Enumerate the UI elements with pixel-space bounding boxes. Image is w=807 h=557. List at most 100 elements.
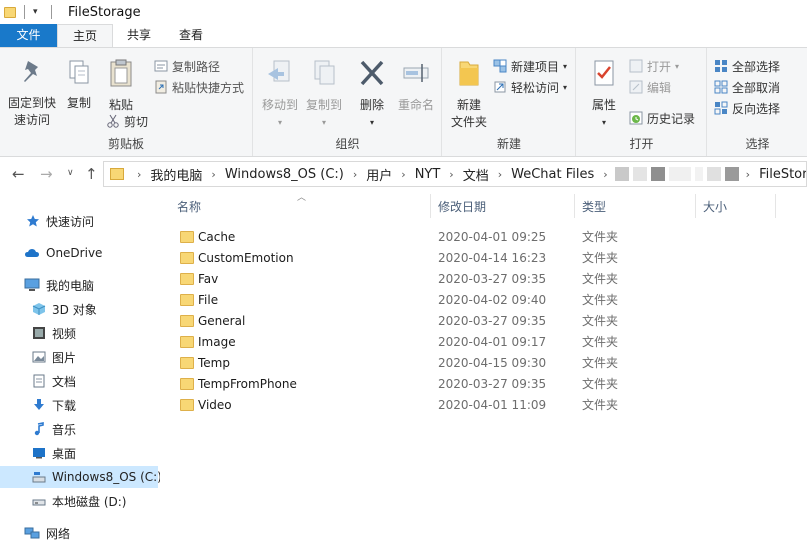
nav-item-c-drive[interactable]: Windows8_OS (C:) (0, 466, 162, 488)
folder-icon (180, 356, 194, 369)
chevron-right-icon[interactable]: › (132, 168, 146, 181)
disk-icon (32, 499, 46, 506)
history-button[interactable]: 历史记录 (629, 108, 695, 128)
nav-item-label: 本地磁盘 (D:) (52, 494, 127, 509)
pin-quick-access-button[interactable]: 固定到快 速访问 (4, 54, 60, 129)
breadcrumb-c-drive[interactable]: Windows8_OS (C:) (221, 167, 348, 182)
delete-button[interactable]: 删除 ▾ (354, 54, 390, 131)
nav-item-documents[interactable]: 文档 (0, 370, 158, 392)
table-row[interactable]: Cache 2020-04-01 09:25 文件夹 (160, 226, 807, 247)
chevron-right-icon[interactable]: › (444, 168, 458, 181)
paste-shortcut-label: 粘贴快捷方式 (172, 80, 245, 95)
table-row[interactable]: File 2020-04-02 09:40 文件夹 (160, 289, 807, 310)
folder-icon (180, 398, 194, 411)
cut-button[interactable]: 剪切 (106, 111, 148, 131)
invert-selection-button[interactable]: 反向选择 (714, 98, 780, 118)
column-header-date[interactable]: 修改日期 (438, 198, 486, 215)
group-clipboard: 固定到快 速访问 复制 粘贴 复制路径 粘贴快捷方式 剪切 剪贴板 (0, 48, 253, 156)
tab-view[interactable]: 查看 (165, 24, 217, 47)
nav-item-label: 图片 (52, 350, 77, 365)
group-new: 新建 文件夹 新建项目 ▾ 轻松访问 ▾ 新建 (443, 48, 576, 156)
column-divider[interactable] (695, 194, 696, 218)
quick-access-dropdown-icon[interactable]: ▾ (33, 7, 43, 17)
chevron-right-icon[interactable]: › (206, 168, 220, 181)
column-divider[interactable] (574, 194, 575, 218)
nav-item-my-computer[interactable]: 我的电脑 (0, 274, 158, 296)
breadcrumb-documents[interactable]: 文档 (459, 165, 493, 184)
delete-label: 删除 (359, 98, 384, 112)
chevron-right-icon[interactable]: › (598, 168, 612, 181)
paste-shortcut-button[interactable]: 粘贴快捷方式 (154, 77, 244, 97)
tab-home[interactable]: 主页 (57, 24, 113, 47)
move-to-button[interactable]: 移动到 ▾ (260, 54, 300, 131)
column-divider[interactable] (430, 194, 431, 218)
nav-item-quick-access[interactable]: 快速访问 (0, 210, 158, 232)
address-bar[interactable]: › 我的电脑 › Windows8_OS (C:) › 用户 › NYT › 文… (103, 161, 807, 187)
table-row[interactable]: Fav 2020-03-27 09:35 文件夹 (160, 268, 807, 289)
file-type: 文件夹 (582, 377, 619, 391)
table-row[interactable]: TempFromPhone 2020-03-27 09:35 文件夹 (160, 373, 807, 394)
tab-share[interactable]: 共享 (113, 24, 165, 47)
select-none-button[interactable]: 全部取消 (714, 77, 780, 97)
column-header-type[interactable]: 类型 (582, 198, 606, 215)
back-arrow-icon[interactable]: ← (12, 165, 25, 183)
breadcrumb-nyt[interactable]: NYT (411, 167, 445, 182)
table-row[interactable]: Temp 2020-04-15 09:30 文件夹 (160, 352, 807, 373)
file-date: 2020-04-01 09:25 (438, 229, 547, 244)
folder-icon[interactable] (4, 6, 16, 18)
paste-button[interactable]: 粘贴 (100, 54, 142, 114)
breadcrumb-wechat-files[interactable]: WeChat Files (507, 167, 598, 182)
file-type: 文件夹 (582, 293, 619, 307)
rename-button[interactable]: 重命名 (392, 54, 440, 114)
nav-item-desktop[interactable]: 桌面 (0, 442, 158, 464)
file-date: 2020-03-27 09:35 (438, 376, 547, 391)
recent-locations-chevron-icon[interactable]: ∨ (67, 168, 74, 178)
breadcrumb-my-computer[interactable]: 我的电脑 (146, 165, 206, 184)
ribbon-tabs: 文件 主页 共享 查看 (0, 24, 807, 47)
open-button[interactable]: 打开 ▾ (629, 56, 679, 76)
column-header-size[interactable]: 大小 (703, 198, 727, 215)
invert-selection-label: 反向选择 (732, 101, 781, 116)
table-row[interactable]: Image 2020-04-01 09:17 文件夹 (160, 331, 807, 352)
properties-button[interactable]: 属性 ▾ (583, 54, 625, 131)
nav-item-label: 网络 (46, 526, 71, 541)
select-all-button[interactable]: 全部选择 (714, 56, 780, 76)
file-name: CustomEmotion (198, 250, 294, 265)
table-row[interactable]: CustomEmotion 2020-04-14 16:23 文件夹 (160, 247, 807, 268)
chevron-right-icon[interactable]: › (348, 168, 362, 181)
chevron-right-icon[interactable]: › (396, 168, 410, 181)
chevron-right-icon[interactable]: › (741, 168, 755, 181)
column-divider[interactable] (775, 194, 776, 218)
up-arrow-icon[interactable]: ↑ (85, 165, 98, 183)
nav-item-label: 文档 (52, 374, 77, 389)
nav-item-network[interactable]: 网络 (0, 522, 158, 544)
nav-item-3d-objects[interactable]: 3D 对象 (0, 298, 158, 320)
copy-path-button[interactable]: 复制路径 (154, 56, 220, 76)
file-type: 文件夹 (582, 272, 619, 286)
nav-item-label: 下载 (52, 398, 77, 413)
new-folder-button[interactable]: 新建 文件夹 (447, 54, 491, 131)
table-row[interactable]: Video 2020-04-01 11:09 文件夹 (160, 394, 807, 415)
chevron-right-icon[interactable]: › (493, 168, 507, 181)
nav-item-downloads[interactable]: 下载 (0, 394, 158, 416)
open-dropdown-icon: ▾ (675, 61, 680, 71)
breadcrumb-users[interactable]: 用户 (362, 165, 396, 184)
copy-to-button[interactable]: 复制到 ▾ (302, 54, 346, 131)
tab-file[interactable]: 文件 (0, 24, 57, 47)
table-row[interactable]: General 2020-03-27 09:35 文件夹 (160, 310, 807, 331)
nav-item-d-drive[interactable]: 本地磁盘 (D:) (0, 490, 158, 512)
nav-item-videos[interactable]: 视频 (0, 322, 158, 344)
nav-item-label: 我的电脑 (46, 278, 95, 293)
breadcrumb-filestorage[interactable]: FileStorage (755, 167, 806, 182)
nav-item-music[interactable]: 音乐 (0, 418, 158, 440)
new-folder-icon (459, 61, 479, 86)
forward-arrow-icon[interactable]: → (40, 165, 53, 183)
copy-button[interactable]: 复制 (60, 54, 98, 112)
nav-item-pictures[interactable]: 图片 (0, 346, 158, 368)
new-item-button[interactable]: 新建项目 ▾ (493, 56, 567, 76)
easy-access-button[interactable]: 轻松访问 ▾ (493, 77, 567, 97)
column-header-name[interactable]: 名称 (177, 198, 201, 215)
folder-icon (180, 251, 194, 264)
nav-item-onedrive[interactable]: OneDrive (0, 242, 158, 264)
edit-button[interactable]: 编辑 (629, 77, 671, 97)
